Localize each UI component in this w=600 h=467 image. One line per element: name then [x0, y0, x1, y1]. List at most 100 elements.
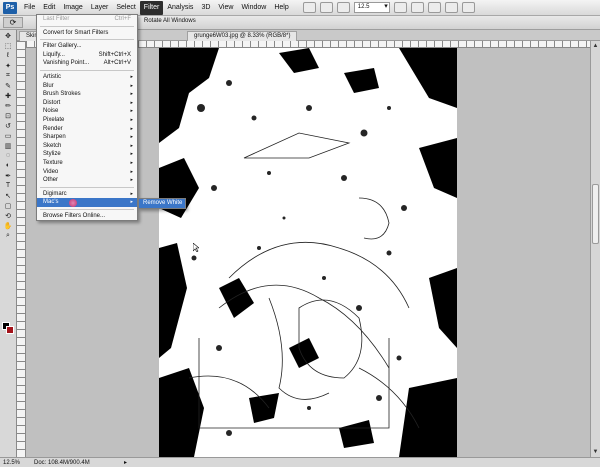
screen-mode-icon[interactable] — [461, 2, 475, 13]
menu-item-label: Sharpen — [43, 134, 66, 141]
lasso-icon[interactable]: ℓ — [2, 51, 14, 60]
crop-icon[interactable]: ⌗ — [2, 71, 14, 80]
menu-item-pixelate[interactable]: Pixelate ▸ — [37, 116, 137, 125]
tool-preset-picker[interactable]: ⟳ — [3, 17, 23, 28]
clone-stamp-icon[interactable]: ⊡ — [2, 111, 14, 120]
eyedropper-icon[interactable]: ✎ — [2, 81, 14, 90]
menu-item-label: Last Filter — [43, 16, 70, 22]
menu-item-liquify[interactable]: Liquify... Shift+Ctrl+X — [37, 51, 137, 60]
rotate-view-icon: ⟳ — [9, 18, 17, 27]
status-doc-size: Doc: 108.4M/900.4M — [34, 459, 90, 466]
rotate-view-icon[interactable] — [427, 2, 441, 13]
menu-layer[interactable]: Layer — [87, 1, 113, 15]
dodge-icon[interactable]: ◐ — [2, 161, 14, 170]
move-icon[interactable]: ✥ — [2, 31, 14, 40]
healing-brush-icon[interactable]: ✚ — [2, 91, 14, 100]
menu-item-label: Mac's — [43, 199, 59, 206]
zoom-level-select[interactable]: 12.5 — [353, 2, 390, 13]
document-canvas[interactable] — [159, 48, 457, 457]
doc-tab-grunge[interactable]: grunge6W03.jpg @ 8.33% (RGB/8*) — [187, 31, 298, 41]
menu-item-render[interactable]: Render ▸ — [37, 125, 137, 134]
menu-file[interactable]: File — [20, 1, 39, 15]
scrollbar-thumb[interactable] — [592, 184, 599, 244]
ruler-vertical — [17, 41, 26, 457]
grid-extras-icon[interactable] — [336, 2, 350, 13]
mini-bridge-icon[interactable] — [319, 2, 333, 13]
menu-item-browse-filters-online[interactable]: Browse Filters Online... — [37, 212, 137, 221]
photoshop-logo-icon: Ps — [3, 1, 17, 14]
arrange-documents-icon[interactable] — [444, 2, 458, 13]
hand-icon[interactable]: ✋ — [2, 221, 14, 230]
gradient-icon[interactable]: ▥ — [2, 141, 14, 150]
menu-item-label: Sketch — [43, 142, 62, 149]
menu-select[interactable]: Select — [112, 1, 139, 15]
menu-image[interactable]: Image — [59, 1, 86, 15]
magic-wand-icon[interactable]: ✦ — [2, 61, 14, 70]
menu-item-label: Vanishing Point... — [43, 60, 90, 67]
menu-item-last-filter: Last Filter Ctrl+F — [37, 15, 137, 24]
menu-item-video[interactable]: Video ▸ — [37, 168, 137, 177]
menu-item-blur[interactable]: Blur ▸ — [37, 82, 137, 91]
menu-item-label: Render — [43, 125, 63, 132]
menu-item-mac-s[interactable]: Mac's ▸ — [37, 198, 137, 207]
menu-item-digimarc[interactable]: Digimarc ▸ — [37, 190, 137, 199]
scroll-down-icon[interactable]: ▼ — [592, 448, 599, 456]
bridge-icon[interactable] — [302, 2, 316, 13]
vertical-scrollbar[interactable]: ▲ ▼ — [590, 41, 600, 457]
zoom-icon[interactable]: ⌕ — [2, 231, 14, 240]
macs-submenu: Remove White — [138, 198, 186, 209]
menu-item-filter-gallery[interactable]: Filter Gallery... — [37, 42, 137, 51]
menu-item-label: Filter Gallery... — [43, 43, 82, 50]
eraser-icon[interactable]: ▭ — [2, 131, 14, 140]
menu-help[interactable]: Help — [270, 1, 292, 15]
menu-view[interactable]: View — [214, 1, 237, 15]
menu-3d[interactable]: 3D — [197, 1, 214, 15]
menu-window[interactable]: Window — [237, 1, 270, 15]
menu-item-stylize[interactable]: Stylize ▸ — [37, 150, 137, 159]
path-selection-icon[interactable]: ↖ — [2, 191, 14, 200]
application-bar-controls: 12.5 — [302, 2, 475, 13]
click-indicator — [69, 199, 77, 207]
status-zoom[interactable]: 12.5% — [0, 460, 20, 466]
menu-item-distort[interactable]: Distort ▸ — [37, 99, 137, 108]
menu-item-convert-for-smart-filters[interactable]: Convert for Smart Filters — [37, 29, 137, 38]
marquee-icon[interactable]: ⬚ — [2, 41, 14, 50]
menu-filter[interactable]: Filter — [139, 0, 164, 15]
menu-item-sketch[interactable]: Sketch ▸ — [37, 142, 137, 151]
scroll-up-icon[interactable]: ▲ — [592, 42, 599, 50]
brush-icon[interactable]: ✏ — [2, 101, 14, 110]
type-icon[interactable]: T — [2, 181, 14, 190]
submenu-arrow-icon: ▸ — [130, 134, 133, 141]
menu-item-shortcut: Ctrl+F — [114, 16, 132, 22]
menu-edit[interactable]: Edit — [39, 1, 59, 15]
background-color-swatch[interactable] — [6, 326, 14, 334]
menu-item-brush-strokes[interactable]: Brush Strokes ▸ — [37, 90, 137, 99]
tools-panel: ✥ ⬚ ℓ ✦ ⌗ ✎ ✚ ✏ ⊡ ↺ ▭ ▥ ◌ ◐ ✒ T ↖ ▢ ⟲ ✋ … — [0, 30, 17, 457]
menu-separator — [40, 25, 134, 27]
menu-item-label: Remove White — [143, 200, 183, 206]
mouse-pointer-icon — [192, 242, 200, 253]
submenu-arrow-icon: ▸ — [130, 73, 133, 80]
menu-item-texture[interactable]: Texture ▸ — [37, 159, 137, 168]
hand-tool-icon[interactable] — [393, 2, 407, 13]
3d-rotate-icon[interactable]: ⟲ — [2, 211, 14, 220]
zoom-tool-icon[interactable] — [410, 2, 424, 13]
menu-item-label: Video — [43, 168, 59, 175]
menu-item-sharpen[interactable]: Sharpen ▸ — [37, 133, 137, 142]
menu-analysis[interactable]: Analysis — [163, 1, 197, 15]
blur-icon[interactable]: ◌ — [2, 151, 14, 160]
menu-item-noise[interactable]: Noise ▸ — [37, 107, 137, 116]
menu-item-label: Digimarc — [43, 190, 67, 197]
menu-item-remove-white[interactable]: Remove White — [139, 199, 185, 208]
menu-item-artistic[interactable]: Artistic ▸ — [37, 73, 137, 82]
shape-icon[interactable]: ▢ — [2, 201, 14, 210]
pen-icon[interactable]: ✒ — [2, 171, 14, 180]
submenu-arrow-icon: ▸ — [130, 151, 133, 158]
menu-item-label: Other — [43, 177, 59, 184]
status-menu-arrow-icon[interactable]: ▸ — [124, 459, 127, 466]
rotate-all-windows-checkbox[interactable]: Rotate All Windows — [144, 18, 196, 24]
history-brush-icon[interactable]: ↺ — [2, 121, 14, 130]
status-bar: 12.5% Doc: 108.4M/900.4M ▸ — [0, 457, 600, 467]
menu-item-other[interactable]: Other ▸ — [37, 176, 137, 185]
menu-item-vanishing-point[interactable]: Vanishing Point... Alt+Ctrl+V — [37, 59, 137, 68]
